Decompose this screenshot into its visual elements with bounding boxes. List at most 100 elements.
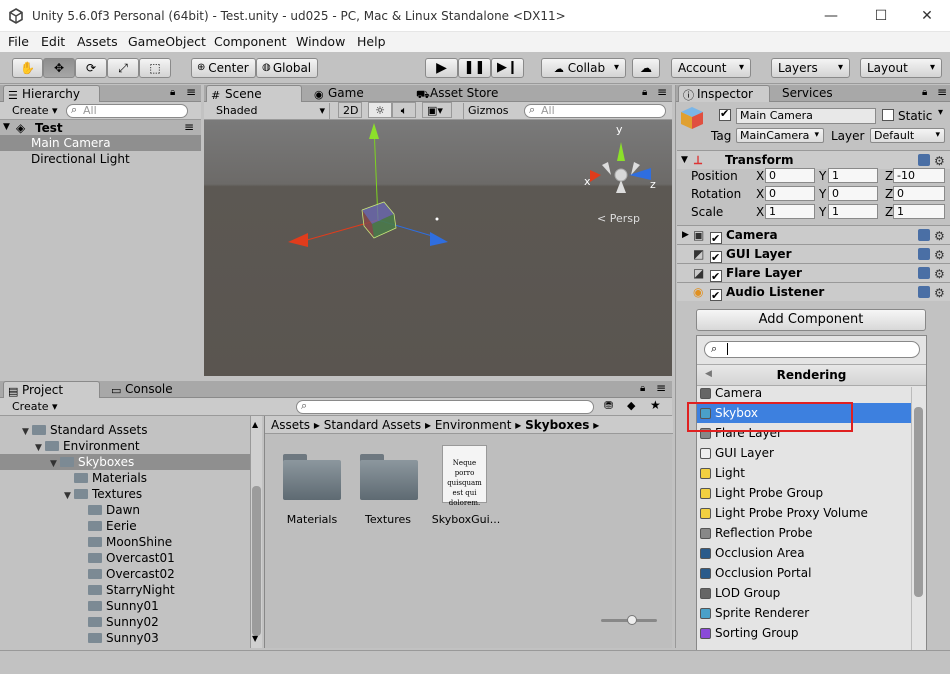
panel-menu-icon[interactable]: ≡ [656,381,666,395]
gear-icon[interactable]: ⚙ [934,284,945,302]
collapse-icon[interactable]: ▼ [681,151,688,169]
space-global-button[interactable]: ◍ Global [256,58,318,78]
hierarchy-search-input[interactable]: All [66,104,188,118]
move-handle-x[interactable] [288,233,308,247]
expand-icon[interactable]: ▶ [682,226,689,244]
tag-dropdown[interactable]: MainCamera ▾ [736,128,824,143]
component-header[interactable]: ◪ Flare Layer ⚙ [677,263,950,286]
cloud-services-icon[interactable]: ☁ [632,58,660,78]
scale-axis-z-label[interactable]: Z [885,205,893,219]
play-button[interactable]: ▶ [425,58,458,78]
gear-icon[interactable]: ⚙ [934,227,945,245]
component-header[interactable]: ◉ Audio Listener ⚙ [677,282,950,305]
tree-item[interactable]: ▶Materials [0,470,250,486]
help-icon[interactable] [918,154,930,166]
tree-scroll-thumb[interactable] [252,486,261,636]
tree-item[interactable]: Eerie [0,518,250,534]
scale-y-field[interactable]: 1 [828,204,878,219]
component-header[interactable]: ◩ GUI Layer ⚙ [677,244,950,267]
help-icon[interactable] [918,267,930,279]
component-option[interactable]: Light Probe Proxy Volume [697,503,911,523]
menu-edit[interactable]: Edit [41,34,65,49]
scale-axis-x-label[interactable]: X [756,205,764,219]
component-option[interactable]: GUI Layer [697,443,911,463]
help-icon[interactable] [918,229,930,241]
scene-search-input[interactable]: All [524,104,666,118]
icon-size-slider[interactable] [601,615,657,625]
component-option[interactable]: Light [697,463,911,483]
breadcrumb-item-current[interactable]: Skyboxes [525,418,589,432]
projection-label[interactable]: < Persp [597,212,640,225]
filter-type-icon[interactable]: ⛃ [604,399,613,412]
project-search-input[interactable] [296,400,594,414]
tab-inspector[interactable]: ⓘ Inspector [678,85,770,102]
favorite-star-icon[interactable]: ★ [650,398,661,412]
position-z-field[interactable]: -10 [893,168,945,183]
toggle-2d-button[interactable]: 2D [338,102,362,118]
pivot-center-button[interactable]: ⊕ Center [191,58,256,78]
tab-asset-store[interactable]: ⛟ Asset Store [412,85,522,102]
tab-services[interactable]: Services [768,85,848,102]
hand-tool-icon[interactable]: ✋ [12,58,43,78]
rotate-tool-icon[interactable]: ⟳ [75,58,107,78]
hierarchy-item-main-camera[interactable]: Main Camera [0,135,201,151]
static-dropdown-icon[interactable]: ▾ [938,107,943,118]
breadcrumb-item[interactable]: Standard Assets [324,418,421,432]
component-option[interactable]: Sprite Renderer [697,603,911,623]
tree-item[interactable]: MoonShine [0,534,250,550]
rotation-axis-z-label[interactable]: Z [885,187,893,201]
hierarchy-item-directional-light[interactable]: Directional Light [0,151,201,167]
position-y-field[interactable]: 1 [828,168,878,183]
gameobject-active-checkbox[interactable] [719,107,731,122]
effects-dropdown-icon[interactable]: ▣▾ [422,102,452,118]
lock-icon[interactable]: 🔒︎ [922,87,927,98]
help-icon[interactable] [918,286,930,298]
scroll-down-icon[interactable]: ▼ [252,634,258,643]
tree-item[interactable]: ▼ Standard Assets [0,422,250,438]
scroll-up-icon[interactable]: ▲ [252,420,258,429]
tab-project[interactable]: ▤ Project [3,381,100,398]
breadcrumb-item[interactable]: Environment [435,418,512,432]
tree-item[interactable]: StarryNight [0,582,250,598]
tab-hierarchy[interactable]: ☰ Hierarchy [3,85,100,102]
gear-icon[interactable]: ⚙ [934,246,945,264]
project-create-button[interactable]: Create ▾ [8,399,62,415]
rotation-x-field[interactable]: 0 [765,186,815,201]
step-button[interactable]: ▶❙ [491,58,524,78]
position-axis-z-label[interactable]: Z [885,169,893,183]
lock-icon[interactable]: 🔒︎ [170,87,175,98]
tab-scene[interactable]: # Scene [206,85,302,102]
tree-item[interactable]: ▼ Skyboxes [0,454,250,470]
menu-gameobject[interactable]: GameObject [128,34,206,49]
panel-menu-icon[interactable]: ≡ [937,85,947,99]
maximize-icon[interactable]: ☐ [866,6,896,26]
tree-item[interactable]: Sunny03 [0,630,250,646]
tree-item[interactable]: Overcast01 [0,550,250,566]
breadcrumb-item[interactable]: Assets [271,418,310,432]
position-x-field[interactable]: 0 [765,168,815,183]
tree-scrollbar[interactable]: ▲ ▼ [250,416,262,648]
move-tool-icon[interactable]: ✥ [43,58,75,78]
component-option[interactable]: Occlusion Portal [697,563,911,583]
layers-dropdown[interactable]: Layers [771,58,850,78]
menu-window[interactable]: Window [296,34,345,49]
tree-item[interactable]: Sunny02 [0,614,250,630]
collab-dropdown[interactable]: ☁ Collab [541,58,626,78]
gizmos-dropdown[interactable]: Gizmos ▾ [463,103,519,132]
component-option[interactable]: Camera [697,387,911,403]
component-option[interactable]: Reflection Probe [697,523,911,543]
scale-tool-icon[interactable]: ⤢ [107,58,139,78]
account-dropdown[interactable]: Account [671,58,751,78]
component-transform-header[interactable]: ▼ ⟂ Transform ⚙ [677,150,950,169]
close-icon[interactable]: ✕ [912,6,942,26]
lock-icon[interactable]: 🔒︎ [640,383,645,394]
scene-viewport[interactable]: y x z < Persp [204,120,672,376]
shading-dropdown[interactable]: Shaded ▾ [212,103,330,119]
panel-menu-icon[interactable]: ≡ [657,85,667,99]
rect-tool-icon[interactable]: ⬚ [139,58,171,78]
gear-icon[interactable]: ⚙ [934,265,945,283]
scale-z-field[interactable]: 1 [893,204,945,219]
scale-x-field[interactable]: 1 [765,204,815,219]
scale-axis-y-label[interactable]: Y [819,205,826,219]
slider-thumb[interactable] [627,615,637,625]
